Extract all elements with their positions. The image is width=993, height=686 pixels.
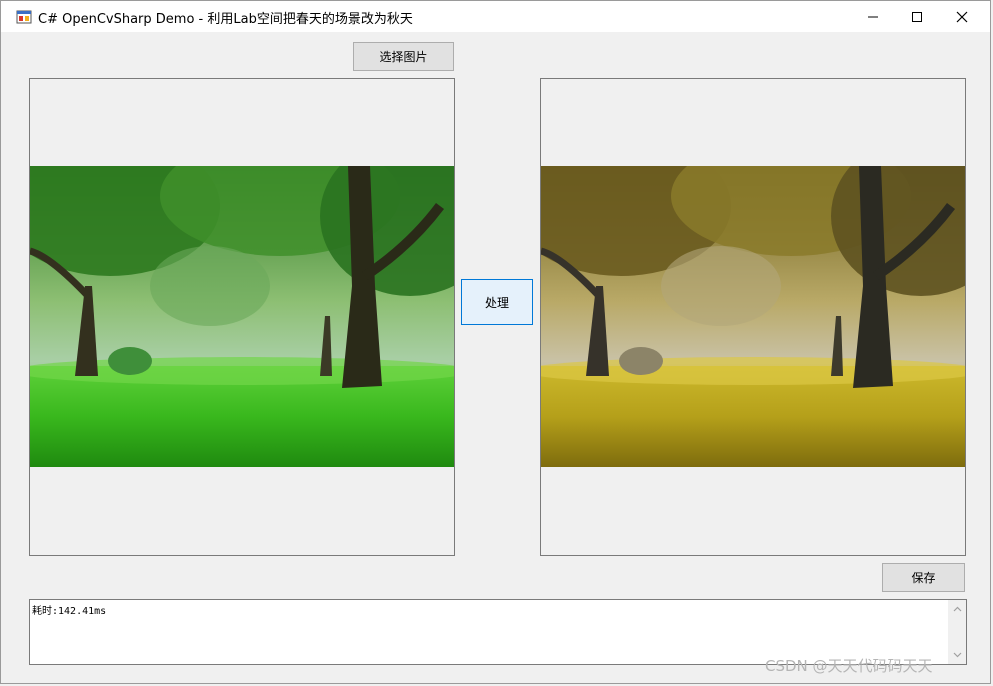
main-window: C# OpenCvSharp Demo - 利用Lab空间把春天的场景改为秋天 … [0,0,991,684]
watermark: CSDN @天天代码码天天 [765,657,933,675]
select-image-button[interactable]: 选择图片 [353,42,454,71]
source-picture-box [29,78,455,556]
close-button[interactable] [939,1,985,32]
elapsed-time-text: 耗时:142.41ms [32,606,107,617]
vertical-scrollbar[interactable] [948,600,966,664]
window-title: C# OpenCvSharp Demo - 利用Lab空间把春天的场景改为秋天 [38,12,413,27]
scroll-up-icon[interactable] [953,605,962,614]
title-bar[interactable]: C# OpenCvSharp Demo - 利用Lab空间把春天的场景改为秋天 [1,1,990,33]
scroll-down-icon[interactable] [953,650,962,659]
source-image [30,166,454,467]
minimize-icon [868,16,878,17]
close-icon [956,11,968,22]
process-button[interactable]: 处理 [461,279,533,325]
app-icon [16,10,32,24]
minimize-button[interactable] [850,1,896,32]
result-image [541,166,965,467]
result-picture-box [540,78,966,556]
maximize-button[interactable] [894,1,940,32]
save-button[interactable]: 保存 [882,563,965,592]
maximize-icon [912,11,922,22]
